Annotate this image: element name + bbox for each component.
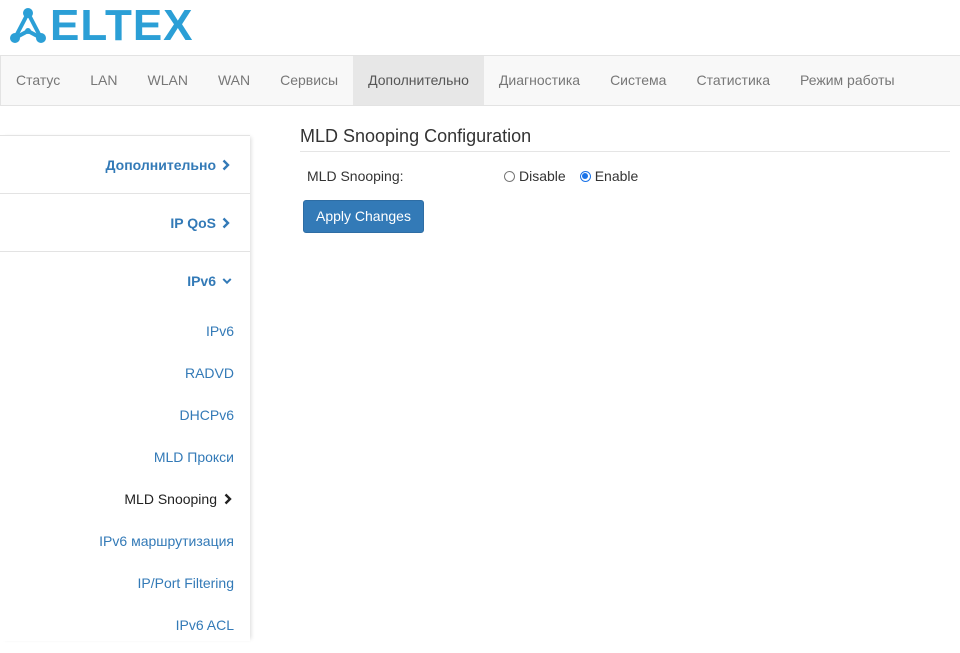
nav-item-services[interactable]: Сервисы [265,56,353,105]
nav-item-diagnostics[interactable]: Диагностика [484,56,595,105]
enable-radio-label: Enable [594,168,639,184]
sidebar-section-label: IPv6 [187,273,216,289]
sidebar-section-label: IP QoS [170,214,216,231]
sidebar-item-radvd[interactable]: RADVD [0,352,250,394]
sidebar-item-label: MLD Snooping [124,491,217,507]
chevron-down-icon [222,275,232,287]
enable-option[interactable]: Enable [579,168,639,184]
sidebar-item-ipv6[interactable]: IPv6 [0,310,250,352]
sidebar-section-advanced[interactable]: Дополнительно [0,136,250,194]
chevron-right-icon [222,159,232,171]
sidebar-section-ip-qos[interactable]: IP QoS [0,194,250,252]
page-title: MLD Snooping Configuration [300,125,950,152]
mld-snooping-row: MLD Snooping: Disable Enable [300,166,950,186]
nav-item-operation-mode[interactable]: Режим работы [785,56,910,105]
mld-snooping-label: MLD Snooping: [307,168,404,184]
sidebar-section-label: Дополнительно [105,156,216,173]
sidebar-item-ipv6-routing[interactable]: IPv6 маршрутизация [0,520,250,562]
sidebar-item-ip-port-filtering[interactable]: IP/Port Filtering [0,562,250,604]
mld-snooping-radio-group: Disable Enable [504,168,652,184]
sidebar-section-ipv6[interactable]: IPv6 [0,252,250,310]
sidebar: Дополнительно IP QoS IPv6 IPv6 RADVD DHC… [0,135,250,641]
disable-option[interactable]: Disable [504,168,566,184]
eltex-logo-mark-icon [10,8,46,43]
nav-item-system[interactable]: Система [595,56,681,105]
chevron-right-icon [224,493,232,505]
enable-radio[interactable] [579,170,591,182]
main-content: MLD Snooping Configuration MLD Snooping:… [300,125,950,233]
logo-text: ELTEX [50,1,194,50]
chevron-right-icon [222,217,232,229]
nav-item-wlan[interactable]: WLAN [133,56,203,105]
nav-item-lan[interactable]: LAN [75,56,132,105]
disable-radio[interactable] [504,170,515,182]
nav-item-statistics[interactable]: Статистика [681,56,785,105]
sidebar-item-mld-snooping[interactable]: MLD Snooping [0,478,250,520]
eltex-logo: ELTEX [8,1,194,50]
top-nav-list: Статус LAN WLAN WAN Сервисы Дополнительн… [1,56,960,105]
nav-item-advanced[interactable]: Дополнительно [353,56,484,105]
sidebar-item-mld-proxy[interactable]: MLD Прокси [0,436,250,478]
nav-item-status[interactable]: Статус [1,56,75,105]
sidebar-item-ipv6-acl[interactable]: IPv6 ACL [0,604,250,646]
sidebar-item-dhcpv6[interactable]: DHCPv6 [0,394,250,436]
disable-radio-label: Disable [519,168,566,184]
top-navbar: Статус LAN WLAN WAN Сервисы Дополнительн… [0,55,960,106]
apply-changes-button[interactable]: Apply Changes [303,200,424,233]
nav-item-wan[interactable]: WAN [203,56,265,105]
